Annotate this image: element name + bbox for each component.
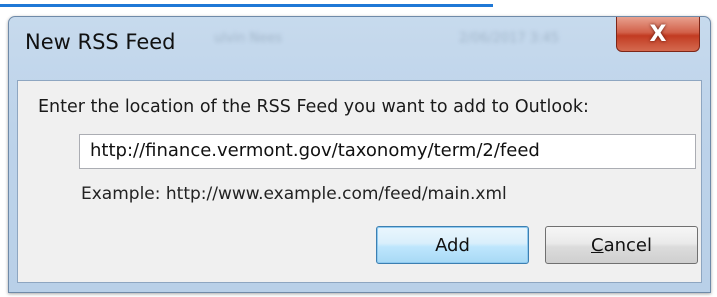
background-window-strip (0, 0, 717, 16)
feed-location-prompt: Enter the location of the RSS Feed you w… (38, 97, 589, 117)
close-button[interactable]: X (616, 17, 700, 52)
cancel-label-rest: ancel (603, 234, 652, 256)
background-title-ghost: 2/06/2017 3:45 (459, 31, 559, 46)
cancel-button[interactable]: Cancel (545, 226, 698, 264)
dialog-title: New RSS Feed (25, 30, 176, 54)
example-hint: Example: http://www.example.com/feed/mai… (81, 184, 507, 204)
add-button[interactable]: Add (376, 226, 529, 264)
accent-line (0, 4, 493, 7)
cancel-button-label: Cancel (591, 235, 652, 256)
title-bar[interactable]: New RSS Feed ulvin Nees 2/06/2017 3:45 X (9, 17, 710, 73)
background-title-ghost: ulvin Nees (214, 31, 283, 46)
add-button-label: Add (435, 234, 470, 256)
feed-url-input[interactable]: http://finance.vermont.gov/taxonomy/term… (79, 134, 696, 169)
new-rss-feed-dialog: New RSS Feed ulvin Nees 2/06/2017 3:45 X… (8, 16, 711, 293)
cancel-access-key: C (591, 234, 604, 256)
dialog-body: Enter the location of the RSS Feed you w… (17, 80, 702, 283)
close-icon: X (649, 21, 667, 47)
